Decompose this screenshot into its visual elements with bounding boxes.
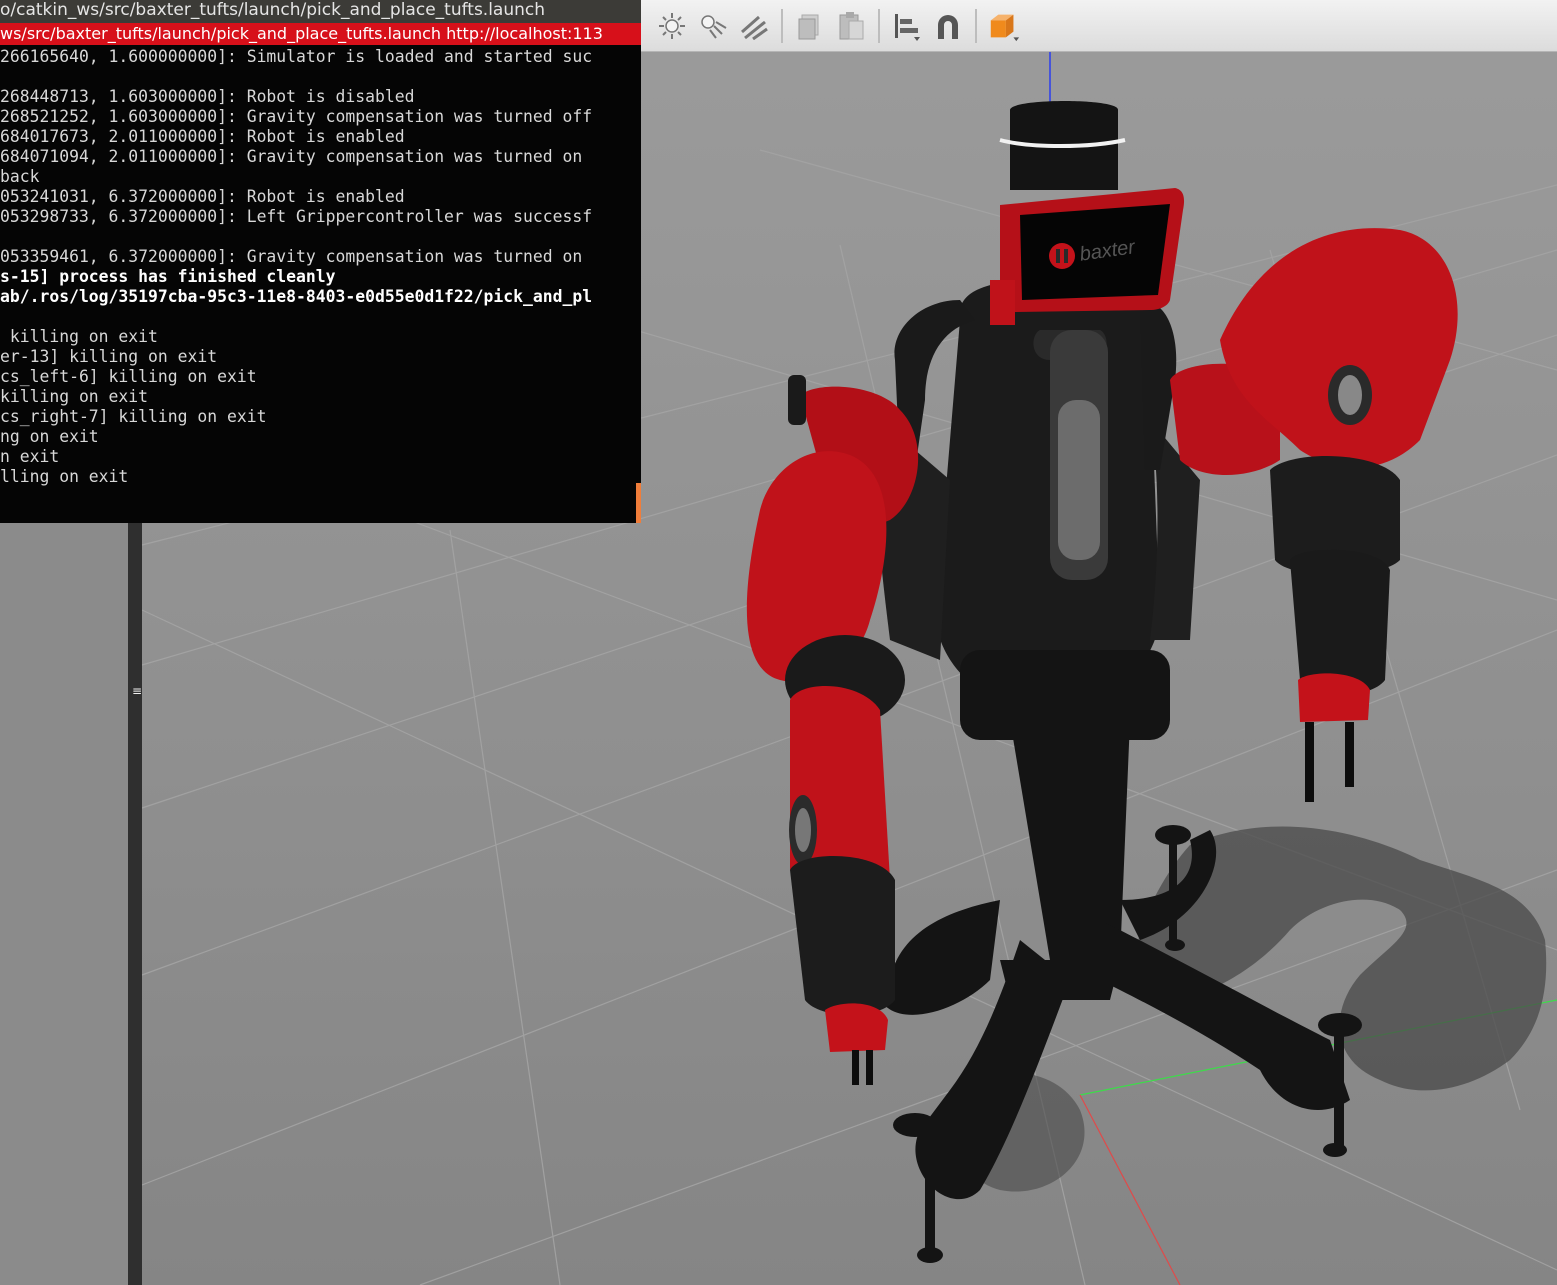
robot-torso [875, 280, 1200, 740]
terminal-line: 268448713, 1.603000000]: Robot is disabl… [0, 87, 415, 106]
robot-pedestal [880, 720, 1362, 1263]
terminal-line: killing on exit [0, 327, 158, 346]
x-axis-line [1079, 1094, 1181, 1285]
robot-head: baxter [990, 101, 1185, 325]
terminal-tab[interactable]: ws/src/baxter_tufts/launch/pick_and_plac… [0, 23, 641, 45]
view-angle-cube-icon[interactable] [987, 9, 1021, 43]
terminal-window[interactable]: o/catkin_ws/src/baxter_tufts/launch/pick… [0, 0, 641, 523]
terminal-line: n exit [0, 447, 60, 466]
terminal-line: 684071094, 2.011000000]: Gravity compens… [0, 147, 583, 166]
splitter-handle-icon[interactable]: ≡ [132, 684, 142, 698]
terminal-line: er-13] killing on exit [0, 347, 218, 366]
copy-icon[interactable] [793, 9, 827, 43]
terminal-line: 053298733, 6.372000000]: Left Grippercon… [0, 207, 593, 226]
toolbar-separator [975, 8, 977, 43]
robot-right-arm [1170, 228, 1458, 802]
toolbar-separator [781, 8, 783, 43]
terminal-title-bar[interactable]: o/catkin_ws/src/baxter_tufts/launch/pick… [0, 0, 641, 23]
terminal-scrollbar[interactable] [636, 483, 641, 523]
gazebo-toolbar [641, 0, 1557, 52]
panel-splitter[interactable]: ≡ [128, 520, 142, 1285]
terminal-line: lling on exit [0, 467, 129, 486]
terminal-line: 266165640, 1.600000000]: Simulator is lo… [0, 47, 593, 66]
terminal-line: 053241031, 6.372000000]: Robot is enable… [0, 187, 405, 206]
left-side-panel [0, 520, 128, 1285]
terminal-line: cs_right-7] killing on exit [0, 407, 267, 426]
terminal-output: 266165640, 1.600000000]: Simulator is lo… [0, 45, 641, 487]
align-icon[interactable] [890, 9, 924, 43]
terminal-line: ng on exit [0, 427, 99, 446]
sun-light-icon[interactable] [737, 9, 771, 43]
terminal-line: cs_left-6] killing on exit [0, 367, 257, 386]
terminal-line: 684017673, 2.011000000]: Robot is enable… [0, 127, 405, 146]
directional-light-icon[interactable] [655, 9, 689, 43]
paste-icon[interactable] [834, 9, 868, 43]
terminal-line: s-15] process has finished cleanly [0, 267, 336, 286]
terminal-line: killing on exit [0, 387, 149, 406]
toolbar-separator [878, 8, 880, 43]
robot-left-arm [746, 375, 919, 1085]
terminal-line: back [0, 167, 40, 186]
terminal-line: 268521252, 1.603000000]: Gravity compens… [0, 107, 593, 126]
terminal-line: 053359461, 6.372000000]: Gravity compens… [0, 247, 583, 266]
spot-light-icon[interactable] [696, 9, 730, 43]
snap-magnet-icon[interactable] [931, 9, 965, 43]
terminal-line: ab/.ros/log/35197cba-95c3-11e8-8403-e0d5… [0, 287, 593, 306]
